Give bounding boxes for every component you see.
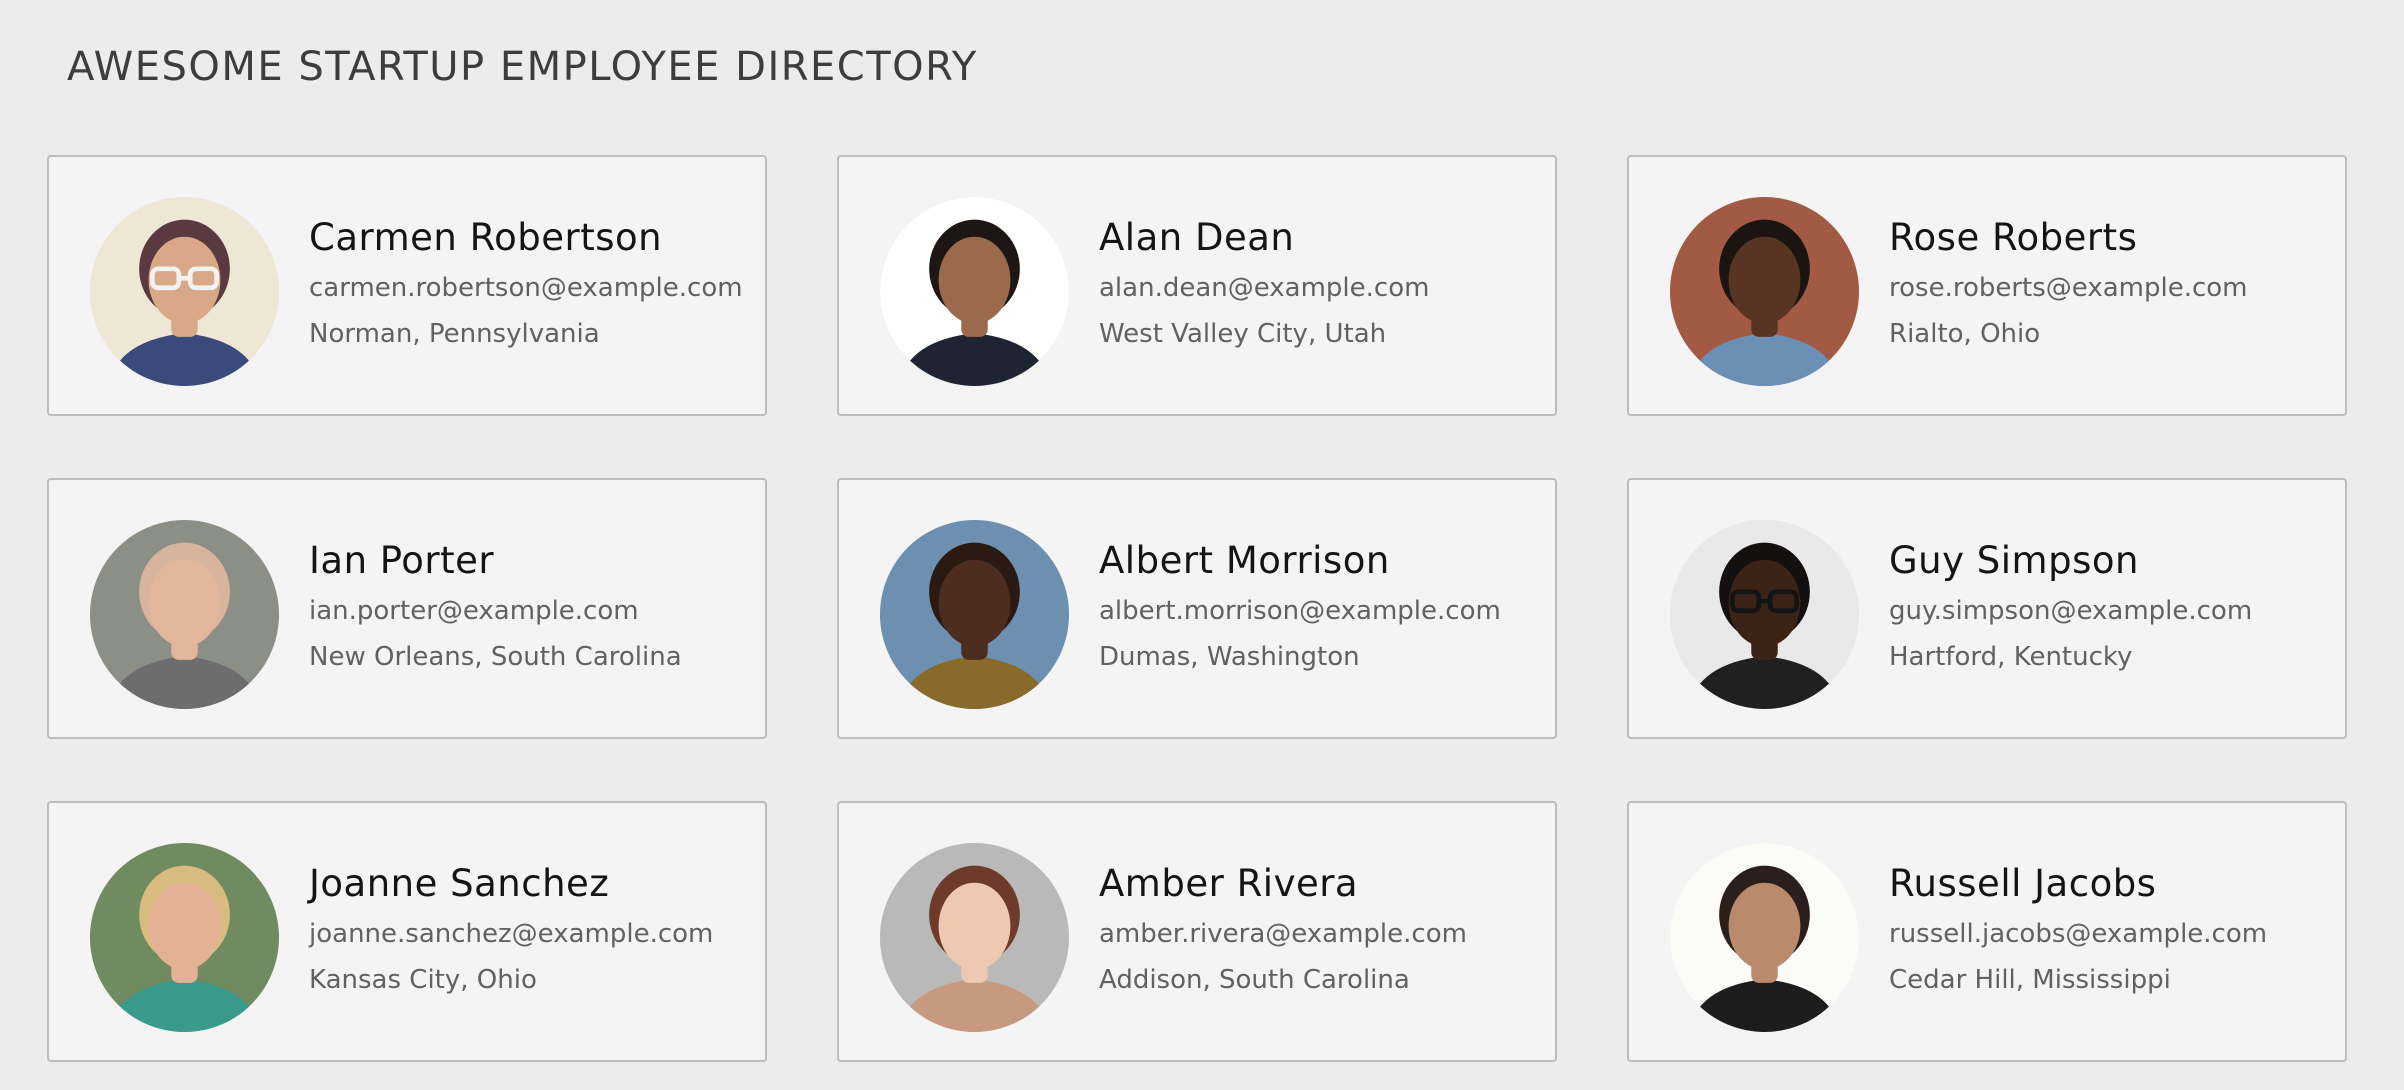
employee-name: Albert Morrison (1099, 539, 1390, 582)
employee-email: guy.simpson@example.com (1889, 596, 2253, 626)
employee-avatar (1670, 843, 1859, 1032)
employee-info: Carmen Robertson carmen.robertson@exampl… (309, 213, 753, 357)
employee-card[interactable]: Carmen Robertson carmen.robertson@exampl… (47, 155, 767, 416)
employee-gallery: Carmen Robertson carmen.robertson@exampl… (47, 155, 2347, 1062)
employee-avatar (880, 520, 1069, 709)
employee-card[interactable]: Rose Roberts rose.roberts@example.com Ri… (1627, 155, 2347, 416)
employee-email: russell.jacobs@example.com (1889, 919, 2268, 949)
employee-location: New Orleans, South Carolina (309, 642, 682, 672)
employee-info: Russell Jacobs russell.jacobs@example.co… (1889, 859, 2333, 1003)
employee-location: West Valley City, Utah (1099, 319, 1387, 349)
employee-name: Ian Porter (309, 539, 495, 582)
employee-info: Amber Rivera amber.rivera@example.com Ad… (1099, 859, 1543, 1003)
employee-info: Ian Porter ian.porter@example.com New Or… (309, 536, 753, 680)
employee-location: Cedar Hill, Mississippi (1889, 965, 2171, 995)
employee-info: Rose Roberts rose.roberts@example.com Ri… (1889, 213, 2333, 357)
employee-card[interactable]: Joanne Sanchez joanne.sanchez@example.co… (47, 801, 767, 1062)
employee-card[interactable]: Amber Rivera amber.rivera@example.com Ad… (837, 801, 1557, 1062)
employee-name: Joanne Sanchez (309, 862, 610, 905)
employee-name: Amber Rivera (1099, 862, 1359, 905)
employee-avatar (90, 843, 279, 1032)
employee-card[interactable]: Albert Morrison albert.morrison@example.… (837, 478, 1557, 739)
employee-avatar (880, 197, 1069, 386)
employee-avatar (1670, 520, 1859, 709)
employee-card[interactable]: Alan Dean alan.dean@example.com West Val… (837, 155, 1557, 416)
employee-location: Kansas City, Ohio (309, 965, 537, 995)
employee-info: Alan Dean alan.dean@example.com West Val… (1099, 213, 1543, 357)
employee-email: alan.dean@example.com (1099, 273, 1430, 303)
page-title: AWESOME STARTUP EMPLOYEE DIRECTORY (67, 44, 978, 90)
employee-avatar (90, 197, 279, 386)
employee-location: Hartford, Kentucky (1889, 642, 2133, 672)
employee-name: Alan Dean (1099, 216, 1295, 259)
employee-info: Joanne Sanchez joanne.sanchez@example.co… (309, 859, 753, 1003)
employee-avatar (1670, 197, 1859, 386)
employee-name: Russell Jacobs (1889, 862, 2157, 905)
employee-email: rose.roberts@example.com (1889, 273, 2248, 303)
employee-email: albert.morrison@example.com (1099, 596, 1501, 626)
employee-info: Albert Morrison albert.morrison@example.… (1099, 536, 1543, 680)
employee-card[interactable]: Guy Simpson guy.simpson@example.com Hart… (1627, 478, 2347, 739)
employee-email: carmen.robertson@example.com (309, 273, 743, 303)
employee-email: ian.porter@example.com (309, 596, 639, 626)
employee-card[interactable]: Ian Porter ian.porter@example.com New Or… (47, 478, 767, 739)
employee-email: joanne.sanchez@example.com (309, 919, 714, 949)
employee-name: Guy Simpson (1889, 539, 2139, 582)
employee-info: Guy Simpson guy.simpson@example.com Hart… (1889, 536, 2333, 680)
employee-location: Addison, South Carolina (1099, 965, 1410, 995)
employee-email: amber.rivera@example.com (1099, 919, 1467, 949)
employee-location: Norman, Pennsylvania (309, 319, 600, 349)
employee-avatar (880, 843, 1069, 1032)
employee-avatar (90, 520, 279, 709)
employee-name: Rose Roberts (1889, 216, 2138, 259)
employee-location: Dumas, Washington (1099, 642, 1360, 672)
employee-location: Rialto, Ohio (1889, 319, 2041, 349)
employee-name: Carmen Robertson (309, 216, 663, 259)
employee-card[interactable]: Russell Jacobs russell.jacobs@example.co… (1627, 801, 2347, 1062)
